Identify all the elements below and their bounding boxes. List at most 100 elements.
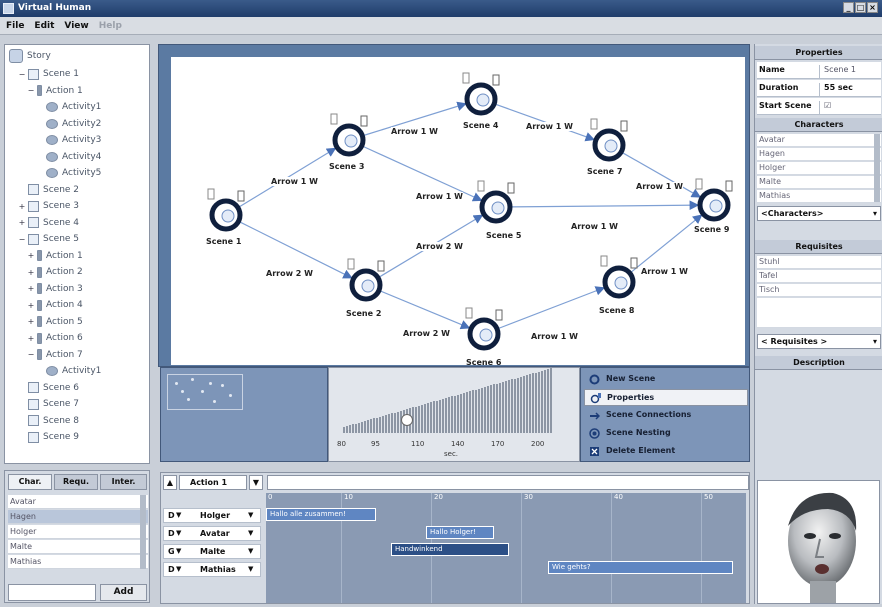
duration-field[interactable]: 55 sec — [819, 83, 879, 97]
delete-element-button[interactable]: Delete Element — [584, 443, 748, 460]
scene-node[interactable] — [330, 113, 368, 157]
tree-node[interactable]: − Scene 1 — [18, 67, 79, 81]
scene-label[interactable]: Scene 8 — [599, 306, 634, 315]
tab-characters[interactable]: Char. — [8, 474, 52, 490]
overview-map[interactable] — [160, 367, 328, 462]
tree-node[interactable]: Activity2 — [36, 117, 101, 131]
scene-connection[interactable] — [498, 286, 606, 329]
expand-toggle[interactable]: − — [18, 235, 26, 244]
row-character[interactable]: Holger — [200, 509, 230, 522]
requisite-item[interactable]: Tisch — [757, 284, 881, 297]
requisite-item[interactable]: Stuhl — [757, 256, 881, 269]
new-scene-button[interactable]: New Scene — [584, 371, 748, 388]
timeline-row-holger[interactable]: D ▼ Holger ▼ — [163, 508, 261, 523]
row-character[interactable]: Malte — [200, 545, 225, 558]
tree-root[interactable]: Story — [9, 49, 51, 63]
duration-slider-knob[interactable] — [401, 414, 413, 426]
tree-node[interactable]: + Action 5 — [27, 315, 83, 329]
expand-toggle[interactable]: + — [27, 251, 35, 260]
expand-toggle[interactable]: + — [18, 218, 26, 227]
expand-toggle[interactable]: + — [27, 317, 35, 326]
minimize-button[interactable]: _ — [843, 2, 854, 13]
property-row-start-scene[interactable]: Start Scene ☑ — [757, 98, 881, 115]
list-item[interactable]: Holger — [8, 525, 148, 539]
tree-node[interactable]: − Action 1 — [27, 84, 83, 98]
list-item[interactable]: Mathias — [8, 555, 148, 569]
scene-graph[interactable] — [171, 57, 745, 365]
story-tree[interactable]: Story − Scene 1 − Action 1 Activity1 Activity2… — [4, 44, 150, 464]
requisites-dropdown[interactable]: < Requisites > ▾ — [757, 334, 881, 349]
characters-scrollbar[interactable] — [874, 134, 880, 202]
timeline-row-mathias[interactable]: D ▼ Mathias ▼ — [163, 562, 261, 577]
tree-node[interactable]: + Scene 4 — [18, 216, 79, 230]
scene-label[interactable]: Scene 7 — [587, 167, 622, 176]
connection-label[interactable]: Arrow 2 W — [266, 269, 313, 278]
character-item[interactable]: Malte — [757, 176, 881, 189]
character-item[interactable]: Holger — [757, 162, 881, 175]
expand-toggle[interactable]: + — [27, 284, 35, 293]
tree-node[interactable]: Scene 6 — [18, 381, 79, 395]
tree-node[interactable]: + Action 6 — [27, 331, 83, 345]
scene-connections-button[interactable]: Scene Connections — [584, 407, 748, 424]
scene-nesting-button[interactable]: Scene Nesting — [584, 425, 748, 442]
tree-node[interactable]: Activity5 — [36, 166, 101, 180]
properties-button[interactable]: Properties — [584, 389, 748, 406]
scene-connection[interactable] — [631, 214, 703, 273]
scene-label[interactable]: Scene 3 — [329, 162, 364, 171]
tree-node[interactable]: Activity3 — [36, 133, 101, 147]
scene-node[interactable] — [600, 255, 638, 299]
graph-area[interactable]: Scene 1 Scene 2 Scene 3 Scene 4 Scene 5 Scene… — [171, 57, 745, 367]
expand-toggle[interactable]: + — [27, 301, 35, 310]
scene-label[interactable]: Scene 5 — [486, 231, 521, 240]
menu-help[interactable]: Help — [99, 21, 122, 31]
scene-node[interactable] — [477, 180, 515, 224]
scene-graph-canvas[interactable]: Scene 1 Scene 2 Scene 3 Scene 4 Scene 5 Scene… — [158, 44, 750, 367]
connection-label[interactable]: Arrow 2 W — [416, 242, 463, 251]
timeline-block[interactable]: Hallo Holger! — [426, 526, 494, 539]
timeline-block[interactable]: Wie gehts? — [548, 561, 733, 574]
scene-label[interactable]: Scene 6 — [466, 358, 501, 367]
tree-node[interactable]: Activity1 — [36, 100, 101, 114]
scene-node[interactable] — [207, 188, 245, 232]
characters-dropdown[interactable]: <Characters> ▾ — [757, 206, 881, 221]
scene-node[interactable] — [695, 178, 733, 222]
scene-node[interactable] — [590, 118, 628, 162]
timeline-block[interactable]: Handwinkend — [391, 543, 509, 556]
row-mode[interactable]: D — [168, 563, 175, 576]
character-item[interactable]: Avatar — [757, 134, 881, 147]
tree-node[interactable]: Scene 9 — [18, 430, 79, 444]
previous-action-button[interactable]: ▲ — [163, 475, 177, 490]
next-action-button[interactable]: ▼ — [249, 475, 263, 490]
row-mode[interactable]: D — [168, 527, 175, 540]
tree-node[interactable]: + Action 4 — [27, 298, 83, 312]
menu-view[interactable]: View — [64, 21, 88, 31]
scene-node[interactable] — [462, 72, 500, 116]
tree-node[interactable]: Activity4 — [36, 150, 101, 164]
tree-node[interactable]: Scene 7 — [18, 397, 79, 411]
overview-viewport[interactable] — [167, 374, 243, 410]
timeline-row-malte[interactable]: G ▼ Malte ▼ — [163, 544, 261, 559]
maximize-button[interactable]: □ — [855, 2, 866, 13]
scene-label[interactable]: Scene 9 — [694, 225, 729, 234]
list-item[interactable]: Hagen — [8, 510, 148, 524]
expand-toggle[interactable]: + — [18, 202, 26, 211]
menu-file[interactable]: File — [6, 21, 24, 31]
tree-node[interactable]: Activity1 — [36, 364, 101, 378]
property-row-name[interactable]: Name Scene 1 — [757, 62, 881, 79]
scene-connection[interactable] — [380, 290, 471, 330]
add-button[interactable]: Add — [100, 584, 147, 601]
description-area[interactable] — [757, 372, 881, 476]
add-input[interactable] — [8, 584, 96, 601]
tree-node[interactable]: − Scene 5 — [18, 232, 79, 246]
menu-edit[interactable]: Edit — [34, 21, 54, 31]
scene-name-field[interactable]: Scene 1 — [819, 65, 879, 79]
scene-label[interactable]: Scene 2 — [346, 309, 381, 318]
requisite-item[interactable]: Tafel — [757, 270, 881, 283]
expand-toggle[interactable]: − — [27, 86, 35, 95]
expand-toggle[interactable]: − — [18, 70, 26, 79]
duration-histogram[interactable]: 80 95 110 140 170 200 sec. — [328, 367, 580, 462]
start-scene-checkbox[interactable]: ☑ — [819, 101, 879, 115]
tree-node[interactable]: + Action 1 — [27, 249, 83, 263]
tree-node[interactable]: + Scene 3 — [18, 199, 79, 213]
connection-label[interactable]: Arrow 1 W — [531, 332, 578, 341]
